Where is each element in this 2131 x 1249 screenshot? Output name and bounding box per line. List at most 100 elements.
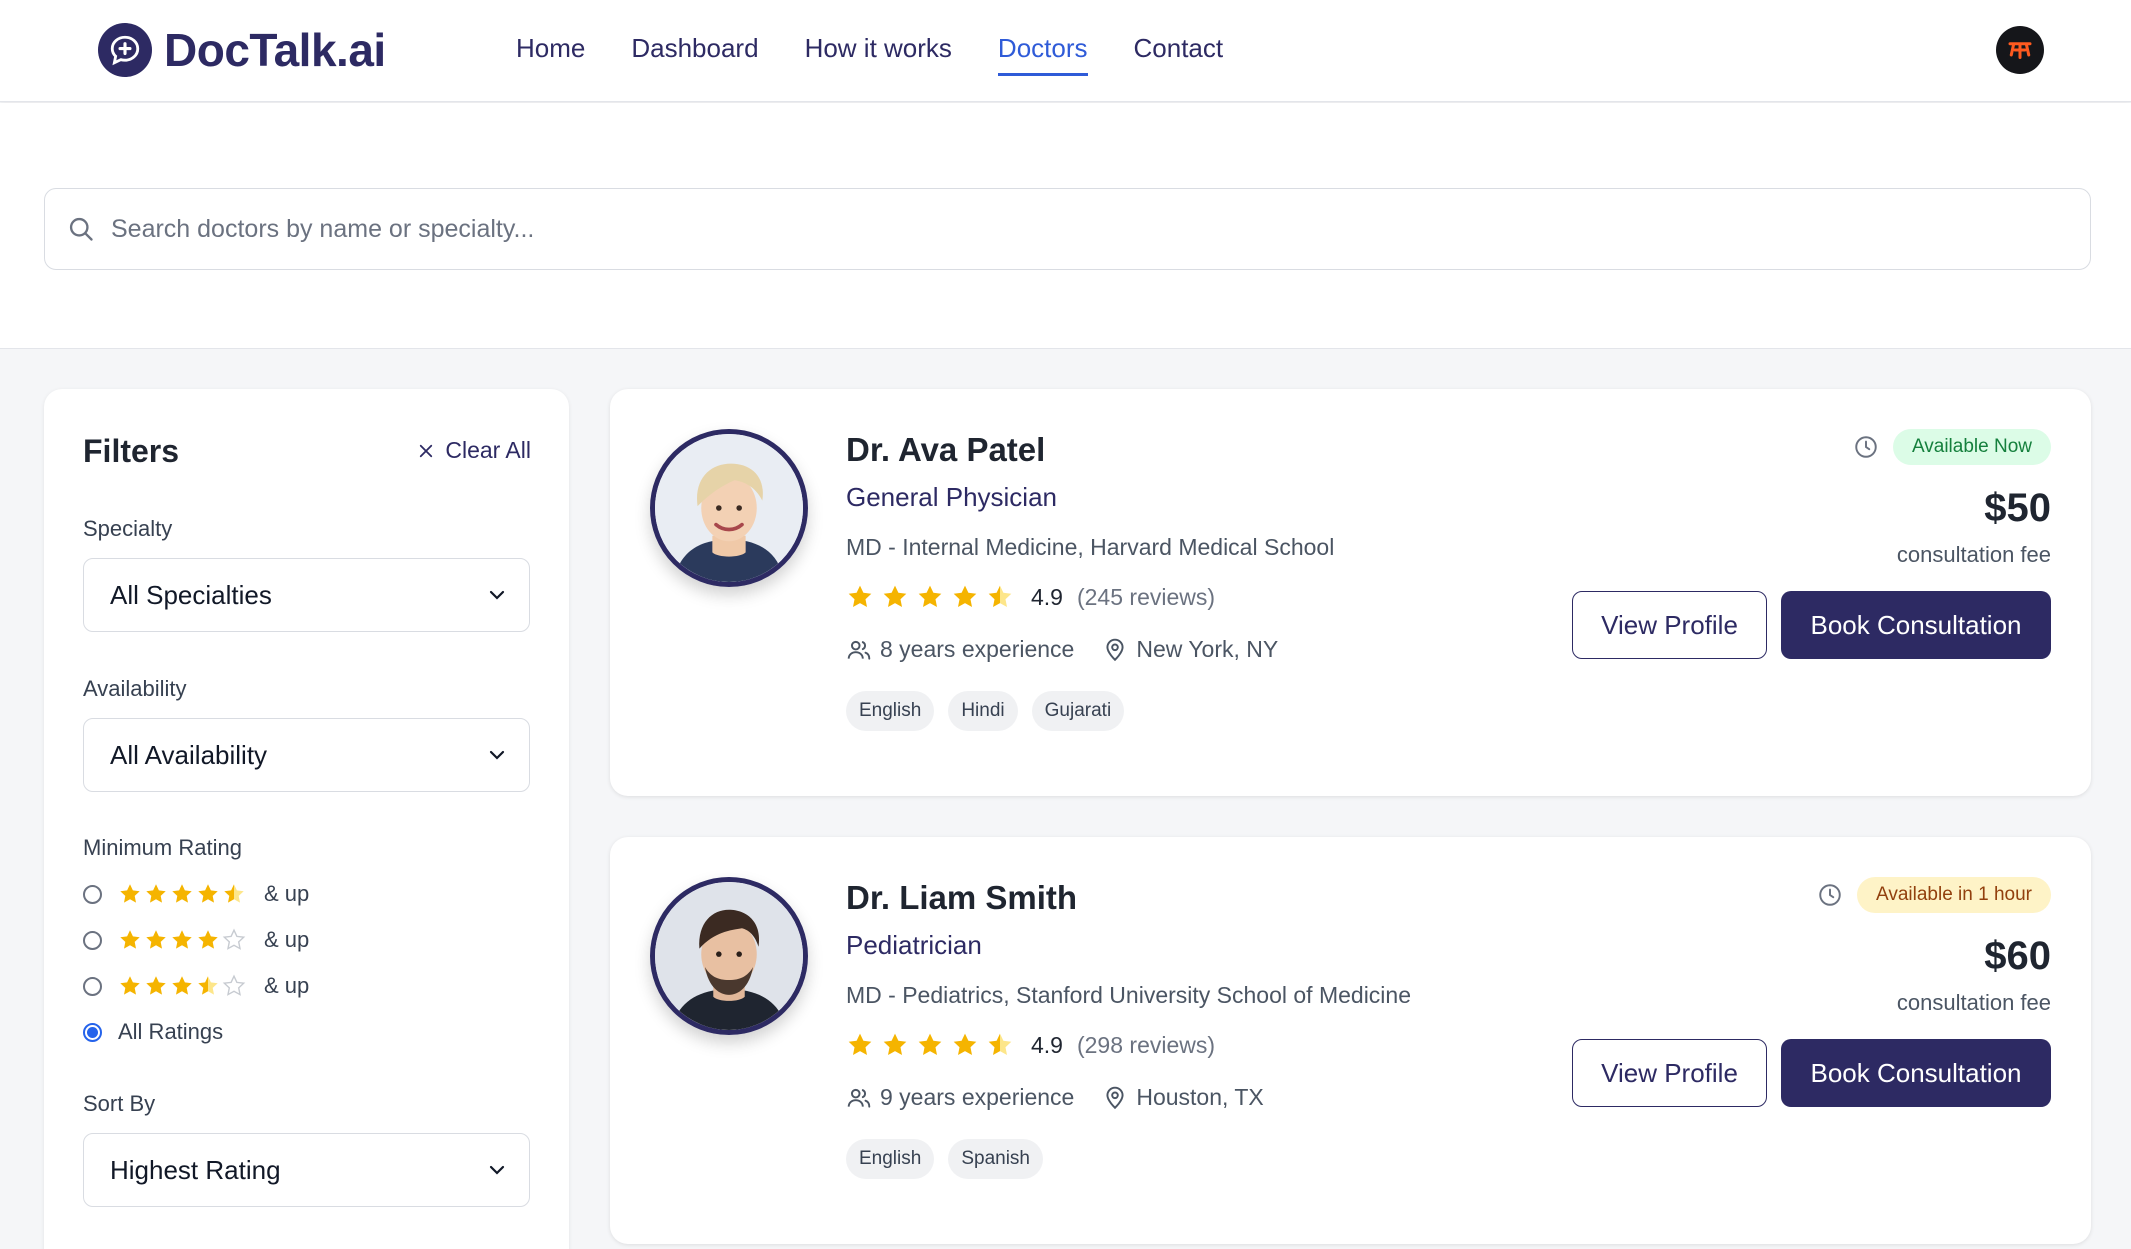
specialty-select[interactable]: All Specialties [83, 558, 530, 632]
star-icon [198, 884, 218, 903]
availability-badge: Available Now [1892, 429, 2051, 465]
star-icon [146, 884, 166, 903]
fee-label: consultation fee [1896, 990, 2051, 1015]
star-icon [883, 585, 907, 608]
location-pin-icon [1106, 638, 1124, 661]
doctor-rating: 4.9 (298 reviews) [846, 1031, 1215, 1059]
doctor-card: Dr. Liam Smith Pediatrician MD - Pediatr… [610, 837, 2091, 1244]
consultation-fee: $50 [1984, 486, 2051, 530]
user-avatar[interactable] [1996, 26, 2044, 74]
sort-label: Sort By [83, 1091, 156, 1116]
view-profile-button[interactable]: View Profile [1572, 591, 1767, 659]
doctor-specialty: Pediatrician [846, 930, 982, 960]
star-rating [118, 882, 246, 906]
specialty-value: All Specialties [110, 579, 272, 610]
doctor-photo [650, 429, 808, 587]
doctor-meta: 8 years experience New York, NY [846, 636, 1278, 663]
doctor-name: Dr. Ava Patel [846, 431, 1046, 468]
availability-label: Availability [83, 676, 187, 701]
top-navbar: DocTalk.ai Home Dashboard How it works D… [0, 0, 2131, 102]
consultation-fee: $60 [1984, 934, 2051, 978]
star-icon [918, 585, 942, 608]
doctor-education: MD - Pediatrics, Stanford University Sch… [846, 982, 1411, 1008]
availability-indicator: Available in 1 hour [1817, 877, 2051, 913]
rating-option-3-5[interactable]: & up [83, 971, 309, 1001]
location-text: New York, NY [1136, 636, 1279, 662]
sort-select[interactable]: Highest Rating [83, 1133, 530, 1207]
users-icon [847, 640, 871, 660]
star-icon [120, 976, 140, 995]
language-tag: Spanish [948, 1139, 1043, 1179]
search-icon [65, 213, 97, 245]
rating-option-label: & up [264, 881, 310, 906]
doctor-name: Dr. Liam Smith [846, 879, 1078, 916]
star-icon [953, 1033, 977, 1056]
doctor-specialty: General Physician [846, 482, 1057, 512]
chevron-down-icon [489, 590, 505, 600]
chat-medical-icon [98, 23, 152, 77]
radio-button[interactable] [83, 976, 102, 996]
chevron-down-icon [489, 1165, 505, 1175]
rating-value: 4.9 [1031, 1031, 1063, 1058]
star-icon [172, 976, 192, 995]
experience-text: 8 years experience [880, 636, 1075, 662]
location-pin-icon [1106, 1086, 1124, 1109]
doctor-card: Dr. Ava Patel General Physician MD - Int… [610, 389, 2091, 796]
star-icon [120, 884, 140, 903]
star-icon [120, 930, 140, 949]
book-consultation-button[interactable]: Book Consultation [1781, 1039, 2051, 1107]
star-icon [918, 1033, 942, 1056]
radio-button[interactable] [83, 930, 102, 950]
radio-button[interactable] [83, 1022, 102, 1042]
availability-value: All Availability [110, 739, 268, 770]
rating-option-label: All Ratings [118, 1019, 224, 1044]
radio-button[interactable] [83, 884, 102, 904]
star-icon [198, 976, 218, 995]
fee-label: consultation fee [1896, 542, 2051, 567]
doctor-photo [650, 877, 808, 1035]
rating-option-4-5[interactable]: & up [83, 879, 309, 909]
nav-how-it-works[interactable]: How it works [805, 30, 952, 76]
doctor-rating: 4.9 (245 reviews) [846, 583, 1215, 611]
min-rating-label: Minimum Rating [83, 835, 242, 860]
rating-option-label: & up [264, 927, 310, 952]
clock-icon [1819, 884, 1841, 906]
search-input[interactable] [111, 214, 2090, 244]
clear-all-button[interactable]: Clear All [417, 437, 531, 464]
users-icon [847, 1088, 871, 1108]
star-icon [146, 976, 166, 995]
rating-option-label: & up [264, 973, 310, 998]
star-rating [118, 928, 246, 952]
availability-select[interactable]: All Availability [83, 718, 530, 792]
language-tags: English Hindi Gujarati [846, 691, 1125, 731]
star-icon [172, 930, 192, 949]
star-icon [883, 1033, 907, 1056]
availability-indicator: Available Now [1853, 429, 2051, 465]
close-icon [420, 444, 433, 457]
logo[interactable]: DocTalk.ai [98, 22, 386, 78]
star-icon [198, 930, 218, 949]
book-consultation-button[interactable]: Book Consultation [1781, 591, 2051, 659]
review-count: (245 reviews) [1076, 583, 1216, 610]
review-count: (298 reviews) [1076, 1031, 1216, 1058]
star-icon [848, 585, 872, 608]
search-bar [44, 188, 2091, 270]
view-profile-button[interactable]: View Profile [1572, 1039, 1767, 1107]
logo-text: DocTalk.ai [164, 24, 386, 76]
rating-option-all[interactable]: All Ratings [83, 1017, 223, 1047]
nav-contact[interactable]: Contact [1134, 30, 1224, 76]
rating-value: 4.9 [1031, 583, 1063, 610]
filters-panel: Filters Clear All Specialty All Specialt… [44, 389, 569, 1249]
filters-title: Filters [83, 433, 180, 469]
nav-dashboard[interactable]: Dashboard [631, 30, 758, 76]
clear-all-label: Clear All [445, 437, 531, 463]
nav-doctors[interactable]: Doctors [997, 30, 1088, 76]
clock-icon [1855, 436, 1877, 458]
nav-home[interactable]: Home [516, 30, 585, 76]
chevron-down-icon [489, 750, 505, 760]
star-icon [848, 1033, 872, 1056]
star-rating [846, 583, 1019, 611]
rating-option-4[interactable]: & up [83, 925, 309, 955]
star-icon [146, 930, 166, 949]
language-tag: English [846, 1139, 935, 1179]
